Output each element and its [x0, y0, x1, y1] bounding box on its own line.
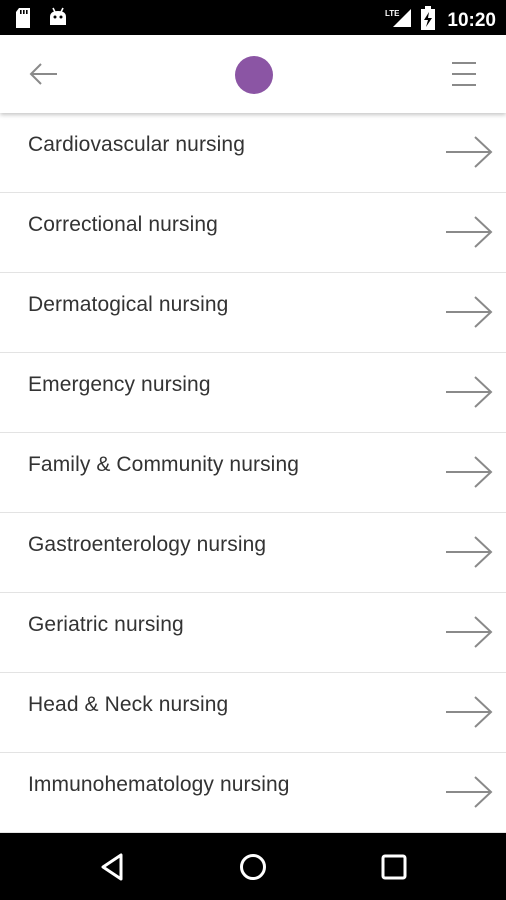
list-item-label: Head & Neck nursing	[28, 693, 229, 716]
list-item[interactable]: Family & Community nursing	[0, 433, 506, 513]
network-label: LTE	[385, 9, 400, 18]
navigation-bar	[0, 833, 506, 900]
menu-button[interactable]	[450, 59, 478, 89]
list-item-label: Cardiovascular nursing	[28, 133, 245, 156]
back-triangle-icon	[101, 853, 123, 881]
android-debug-icon	[48, 7, 68, 34]
nursing-category-list: Cardiovascular nursing Correctional nursi…	[0, 113, 506, 833]
arrow-right-icon	[444, 695, 494, 729]
status-system-icons: LTE 10:20	[385, 6, 496, 35]
list-item-label: Gastroenterology nursing	[28, 533, 267, 556]
list-item[interactable]: Gastroenterology nursing	[0, 513, 506, 593]
arrow-right-icon	[444, 615, 494, 649]
list-item-label: Emergency nursing	[28, 373, 211, 396]
arrow-left-icon	[29, 63, 57, 85]
list-item[interactable]: Correctional nursing	[0, 193, 506, 273]
arrow-right-icon	[444, 215, 494, 249]
list-item[interactable]: Cardiovascular nursing	[0, 113, 506, 193]
arrow-right-icon	[444, 455, 494, 489]
arrow-right-icon	[444, 775, 494, 809]
battery-charging-icon	[421, 6, 436, 35]
list-item[interactable]: Dermatogical nursing	[0, 273, 506, 353]
list-item[interactable]: Head & Neck nursing	[0, 673, 506, 753]
back-button[interactable]	[28, 59, 60, 89]
status-notifications	[14, 7, 68, 34]
clock: 10:20	[447, 9, 496, 31]
nav-home-button[interactable]	[237, 851, 269, 883]
status-bar: LTE 10:20	[0, 0, 506, 35]
arrow-right-icon	[444, 535, 494, 569]
app-logo	[235, 56, 273, 94]
recents-square-icon	[381, 854, 407, 880]
list-item-label: Geriatric nursing	[28, 613, 184, 636]
lte-signal-icon: LTE	[385, 7, 413, 34]
list-item-label: Immunohematology nursing	[28, 773, 290, 796]
app-bar	[0, 35, 506, 113]
arrow-right-icon	[444, 295, 494, 329]
nav-back-button[interactable]	[97, 851, 129, 883]
hamburger-menu-icon	[452, 62, 476, 86]
arrow-right-icon	[444, 135, 494, 169]
sd-card-icon	[14, 7, 32, 34]
list-item-label: Correctional nursing	[28, 213, 218, 236]
home-circle-icon	[240, 854, 266, 880]
nav-recents-button[interactable]	[378, 851, 410, 883]
arrow-right-icon	[444, 375, 494, 409]
list-item-label: Family & Community nursing	[28, 453, 300, 476]
list-item[interactable]: Emergency nursing	[0, 353, 506, 433]
list-item[interactable]: Geriatric nursing	[0, 593, 506, 673]
list-item[interactable]: Immunohematology nursing	[0, 753, 506, 833]
list-item-label: Dermatogical nursing	[28, 293, 229, 316]
